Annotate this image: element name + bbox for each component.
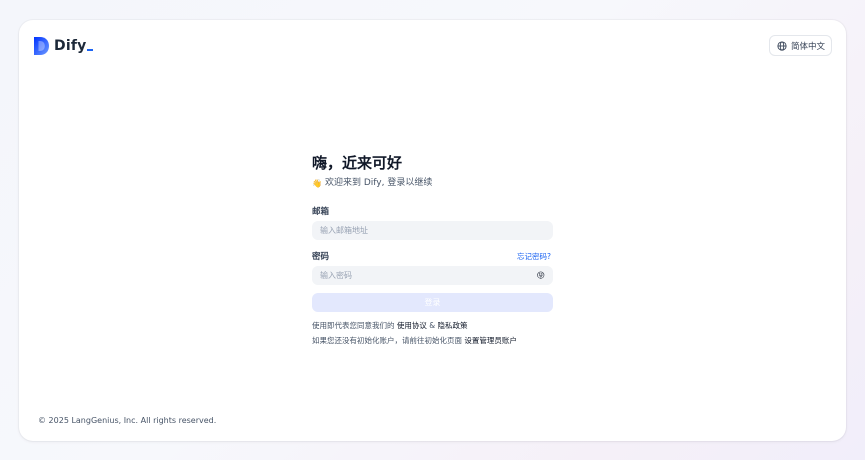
login-card: Dify 简体中文 嗨，近来可好 👋 欢迎来到 Dify, 登录以继续 邮箱 密…	[19, 20, 846, 441]
terms-and: &	[429, 321, 436, 330]
password-label: 密码	[312, 252, 330, 262]
password-input[interactable]	[320, 271, 520, 280]
setup-notice: 如果您还没有初始化账户，请前往初始化页面 设置管理员账户	[312, 335, 553, 346]
setup-admin-link[interactable]: 设置管理员账户	[464, 336, 517, 345]
setup-prefix: 如果您还没有初始化账户，请前往初始化页面	[312, 336, 462, 345]
privacy-policy-link[interactable]: 隐私政策	[438, 321, 468, 330]
email-label: 邮箱	[312, 207, 330, 217]
password-field-wrapper: 😝	[312, 266, 553, 285]
login-form: 嗨，近来可好 👋 欢迎来到 Dify, 登录以继续 邮箱 密码 忘记密码? 😝 …	[312, 153, 553, 346]
brand-name: Dify	[54, 38, 94, 54]
terms-notice: 使用即代表您同意我们的 使用协议 & 隐私政策	[312, 320, 553, 331]
email-field-wrapper	[312, 221, 553, 240]
globe-icon	[777, 40, 787, 51]
email-input[interactable]	[320, 226, 520, 235]
forgot-password-link[interactable]: 忘记密码?	[517, 251, 551, 262]
copyright: © 2025 LangGenius, Inc. All rights reser…	[38, 416, 217, 425]
terms-prefix: 使用即代表您同意我们的	[312, 321, 395, 330]
show-password-icon[interactable]: 😝	[537, 271, 545, 280]
page-title: 嗨，近来可好	[312, 154, 403, 172]
language-selector[interactable]: 简体中文	[768, 35, 832, 56]
email-label-row: 邮箱	[312, 205, 553, 217]
subtitle-text: 欢迎来到 Dify, 登录以继续	[324, 178, 433, 188]
language-label: 简体中文	[790, 41, 825, 52]
terms-of-use-link[interactable]: 使用协议	[397, 321, 427, 330]
dify-logo: Dify	[34, 37, 94, 55]
dify-logo-icon	[34, 37, 49, 55]
password-label-row: 密码 忘记密码?	[312, 250, 553, 263]
wave-icon: 👋	[312, 179, 322, 188]
page-subtitle: 👋 欢迎来到 Dify, 登录以继续	[312, 177, 553, 190]
login-button[interactable]: 登录	[312, 293, 553, 312]
